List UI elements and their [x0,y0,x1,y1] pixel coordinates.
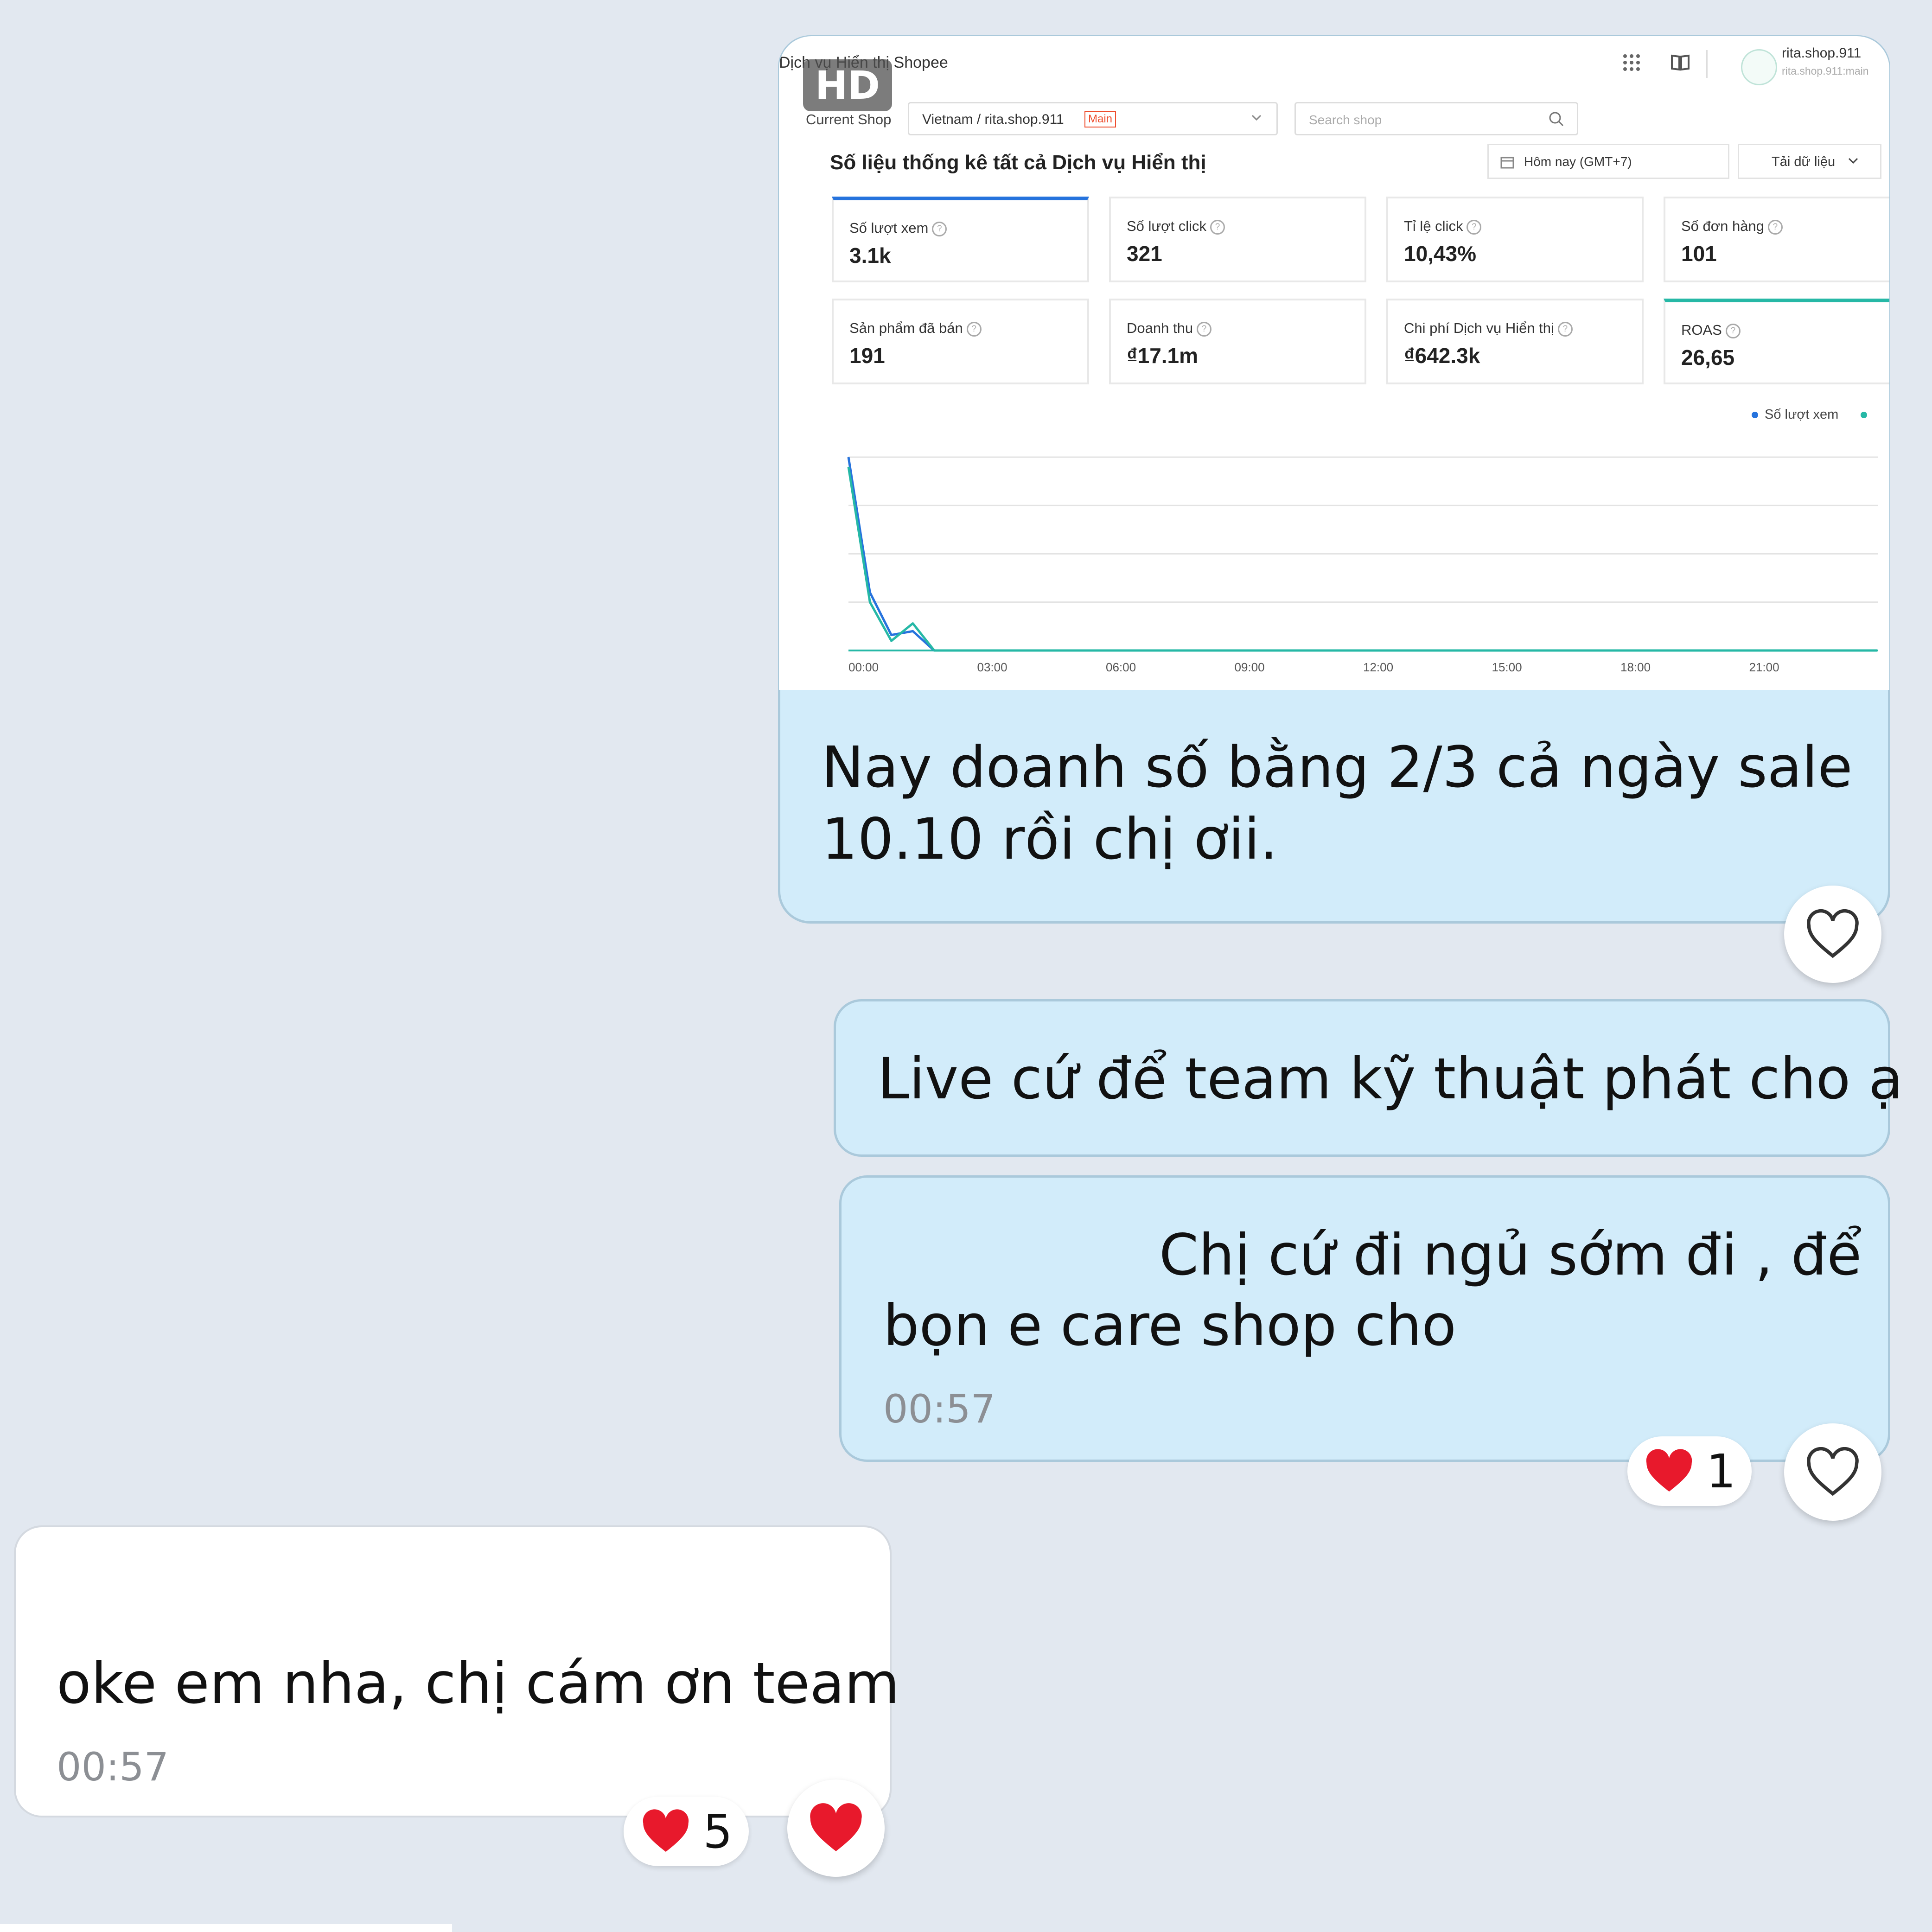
heart-filled-icon [810,1803,862,1851]
x-tick-label: 09:00 [1235,660,1265,674]
x-tick-label: 12:00 [1363,660,1393,674]
x-tick-label: 06:00 [1106,660,1136,674]
like-button[interactable] [1784,886,1881,983]
message-2-text: Live cứ để team kỹ thuật phát cho ạ [878,1046,1903,1112]
reaction-count: 1 [1706,1444,1736,1498]
shared-screenshot[interactable]: Dịch vụ Hiển thị Shopee HD rita.shop.911… [779,36,1889,690]
x-tick-label: 15:00 [1492,660,1522,674]
x-tick-label: 00:00 [848,660,879,674]
series-line-secondary [847,466,1877,652]
message-bubble[interactable]: Chị cứ đi ngủ sớm đi , để bọn e care sho… [839,1175,1890,1462]
heart-filled-icon [1646,1449,1692,1492]
like-button[interactable] [1784,1423,1881,1521]
heart-outline-icon [1807,909,1859,958]
like-button-active[interactable] [787,1779,885,1877]
message-4-text: oke em nha, chị cám ơn team [57,1651,900,1716]
message-text: Nay doanh số bằng 2/3 cả ngày sale 10.10… [822,732,1855,875]
bottom-strip [0,1924,452,1932]
heart-filled-icon [643,1809,689,1852]
reaction-count: 5 [703,1804,733,1859]
message-bubble[interactable]: Live cứ để team kỹ thuật phát cho ạ [834,999,1903,1157]
x-tick-label: 18:00 [1620,660,1651,674]
message-1-text: Nay doanh số bằng 2/3 cả ngày sale 10.10… [822,734,1853,872]
reaction-badge[interactable]: 1 [1627,1436,1752,1506]
x-tick-label: 21:00 [1749,660,1779,674]
heart-outline-icon [1807,1447,1859,1496]
reaction-badge[interactable]: 5 [624,1797,749,1866]
message-time: 00:57 [57,1744,169,1790]
message-bubble-incoming[interactable]: oke em nha, chị cám ơn team 00:57 [14,1525,899,1817]
message-time: 00:57 [883,1386,996,1432]
message-3-line2: bọn e care shop cho [883,1293,1456,1358]
message-3-line1: Chị cứ đi ngủ sớm đi , để [1159,1222,1862,1288]
line-chart: 00:00 03:00 06:00 09:00 12:00 15:00 18:00 21:00 [847,456,1878,674]
x-tick-label: 03:00 [977,660,1007,674]
